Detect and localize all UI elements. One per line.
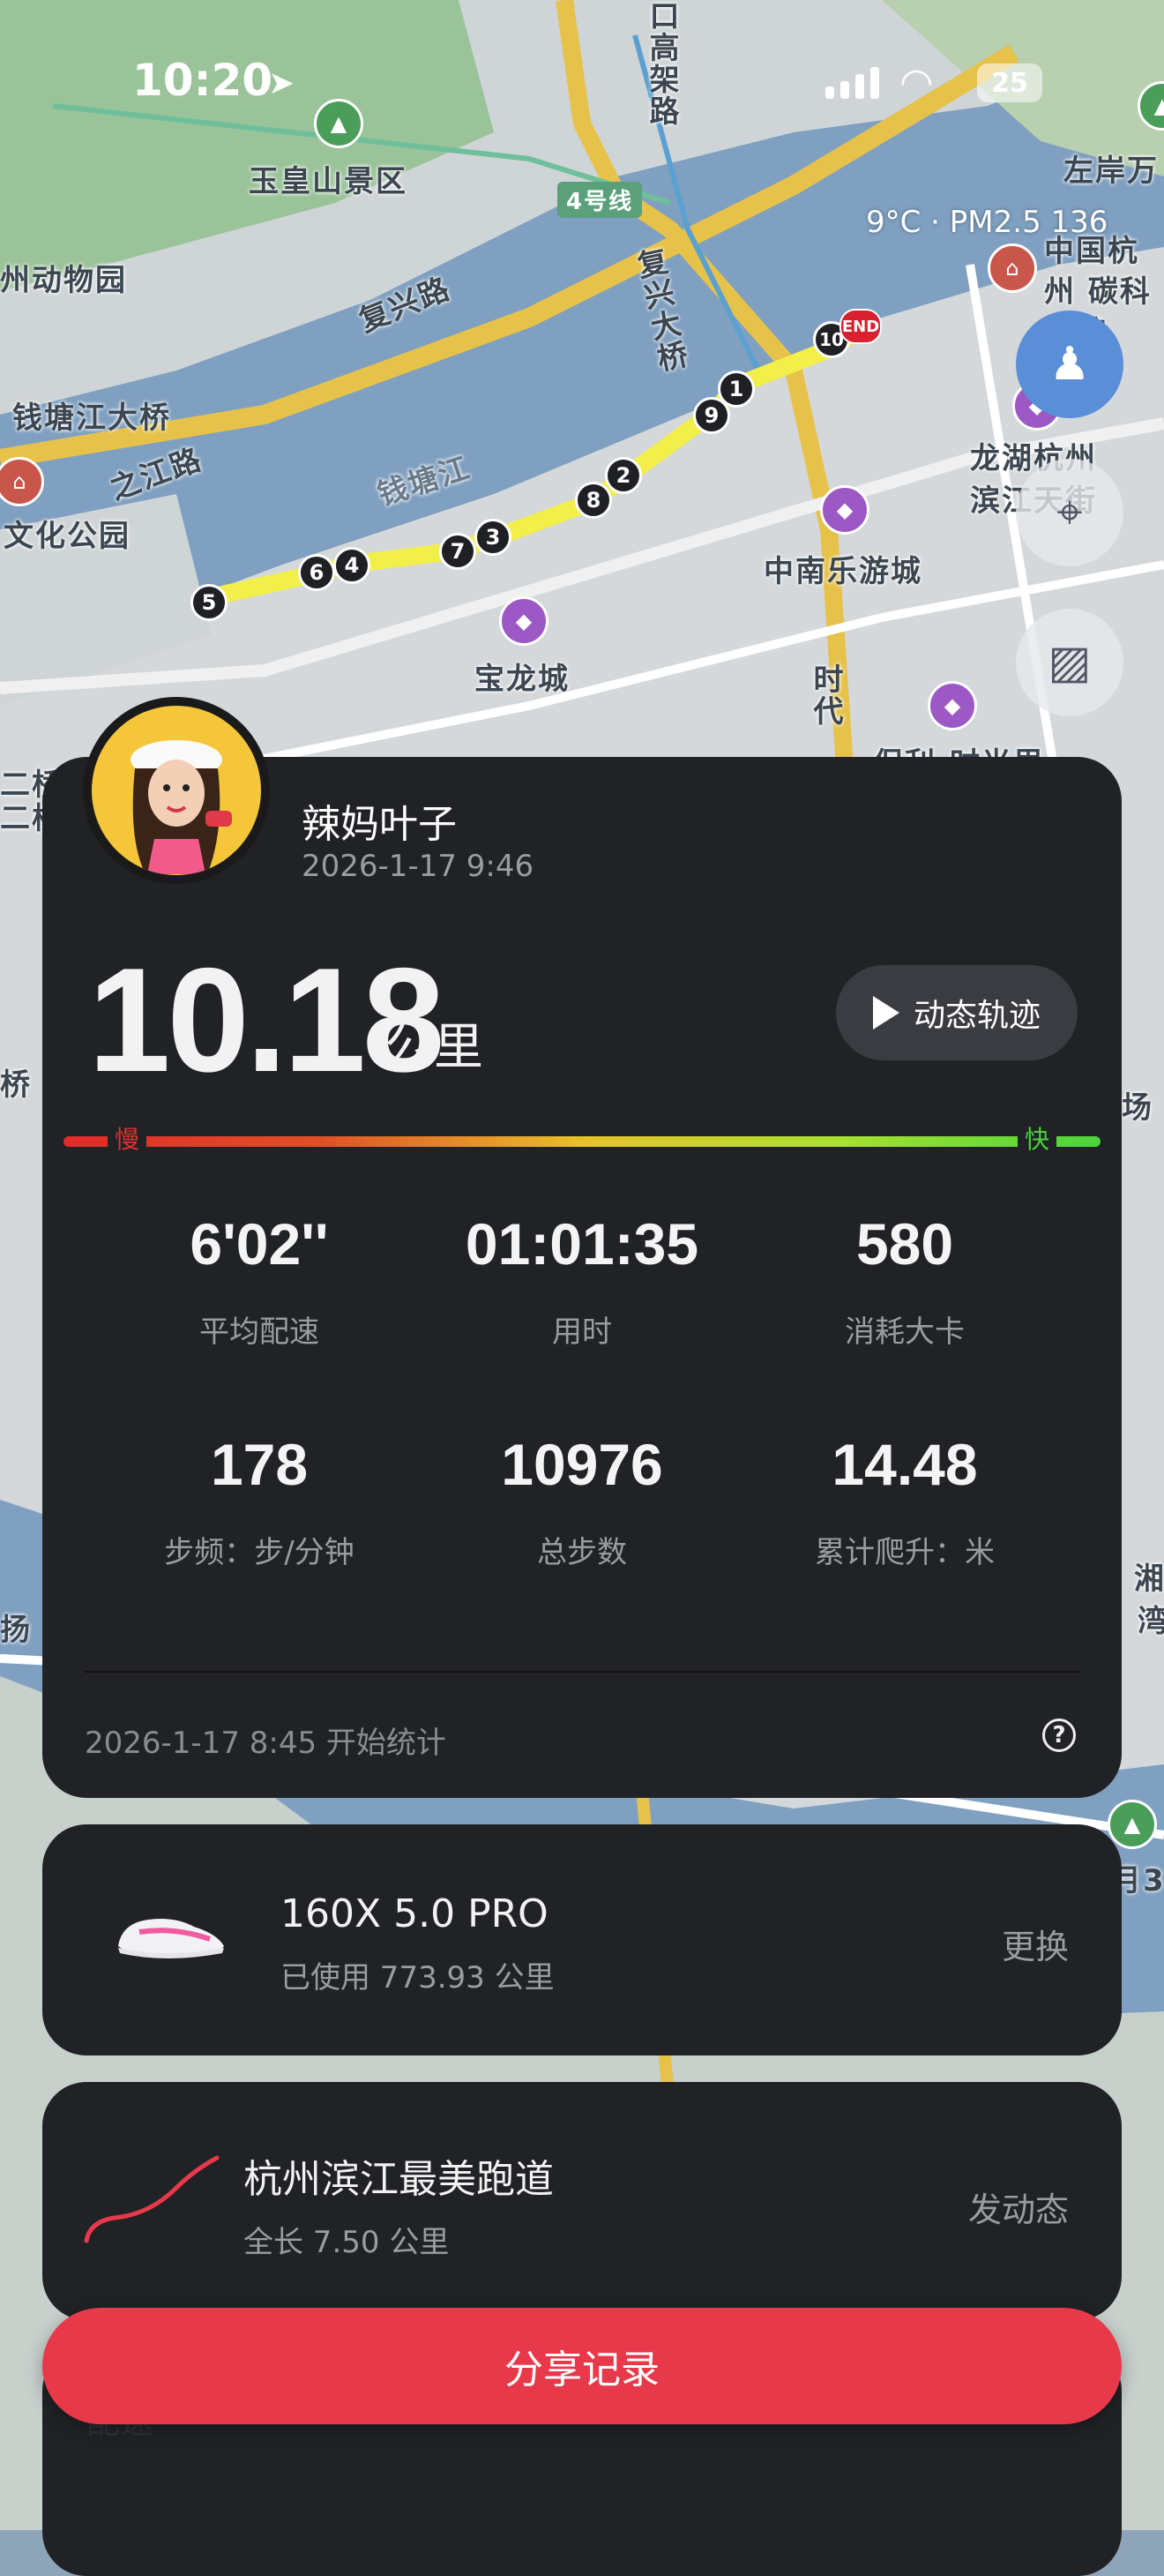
map-layer-button[interactable]: ▨	[1016, 609, 1123, 716]
avatar[interactable]	[83, 697, 270, 884]
run-mode-button[interactable]: ♟	[1016, 311, 1123, 418]
map-label: 扬	[0, 1613, 32, 1648]
shoe-name: 160X 5.0 PRO	[280, 1891, 548, 1936]
stat-label: 总步数	[537, 1535, 627, 1570]
route-length: 全长 7.50 公里	[243, 2225, 450, 2260]
stat-label: 步频：步/分钟	[164, 1535, 354, 1570]
stat-cadence: 178 步频：步/分钟	[101, 1431, 418, 1571]
image-layer-icon: ▨	[1048, 636, 1092, 689]
map-label: 时代	[808, 663, 843, 727]
avatar-image	[92, 706, 261, 875]
park-poi-icon[interactable]: ▲	[1108, 1800, 1157, 1849]
map-label: 宝龙城	[474, 662, 570, 697]
shoe-mileage: 已使用 773.93 公里	[280, 1960, 555, 1996]
map-label: 湾	[1138, 1604, 1164, 1639]
map-label: 场	[1122, 1090, 1153, 1126]
stat-value: 14.48	[832, 1432, 978, 1497]
runner-icon: ♟	[1048, 338, 1091, 391]
stat-value: 6'02''	[190, 1211, 329, 1277]
stat-value: 01:01:35	[465, 1211, 699, 1277]
shopping-poi-icon[interactable]: ◆	[928, 681, 977, 730]
map-label: 中南乐游城	[764, 554, 922, 589]
stat-label: 用时	[552, 1314, 612, 1350]
pace-slow-label: 慢	[108, 1120, 147, 1156]
stat-label: 平均配速	[199, 1314, 319, 1350]
run-datetime: 2026-1-17 9:46	[302, 849, 534, 884]
start-time-note: 2026-1-17 8:45 开始统计	[85, 1726, 446, 1761]
help-icon[interactable]: ?	[1042, 1719, 1076, 1752]
route-name: 杭州滨江最美跑道	[243, 2157, 554, 2202]
museum-poi-icon[interactable]: ⌂	[988, 243, 1037, 293]
km-marker: 5	[190, 584, 228, 621]
share-record-button[interactable]: 分享记录	[42, 2308, 1122, 2424]
shopping-poi-icon[interactable]: ◆	[820, 485, 869, 535]
map-label: 州动物园	[0, 263, 127, 298]
track-replay-button[interactable]: 动态轨迹	[836, 965, 1078, 1060]
stat-value: 580	[855, 1211, 954, 1277]
map-label: 4号线	[557, 182, 643, 218]
user-name[interactable]: 辣妈叶子	[302, 792, 457, 849]
stat-calories: 580 消耗大卡	[746, 1210, 1063, 1351]
stat-value: 178	[210, 1432, 309, 1497]
stat-label: 累计爬升：米	[815, 1535, 995, 1570]
map-label: 湘	[1134, 1561, 1164, 1597]
track-replay-label: 动态轨迹	[913, 998, 1041, 1034]
avatar-illustration	[93, 707, 260, 874]
km-marker: 3	[474, 519, 511, 556]
km-marker: 8	[575, 482, 612, 519]
weather-info: 9°C · PM2.5 136	[866, 205, 1108, 240]
km-marker: 6	[298, 554, 335, 591]
shopping-poi-icon[interactable]: ◆	[499, 596, 548, 646]
status-time: 10:20	[132, 55, 273, 106]
km-marker: 2	[605, 457, 642, 494]
locate-button[interactable]: ⌖	[1016, 459, 1123, 566]
status-bar: 10:20 ➤ ◠ 25	[0, 0, 1164, 168]
end-marker: END	[839, 309, 882, 344]
divider	[85, 1671, 1079, 1673]
map-label: 桥	[0, 1067, 32, 1103]
stat-avg-pace: 6'02'' 平均配速	[101, 1210, 418, 1351]
shoe-image	[118, 1919, 224, 1958]
pace-fast-label: 快	[1018, 1120, 1057, 1156]
crosshair-icon: ⌖	[1056, 485, 1083, 539]
stat-value: 10976	[501, 1432, 663, 1497]
km-marker: 4	[333, 547, 370, 584]
wifi-icon: ◠	[899, 60, 934, 105]
km-marker: 7	[439, 533, 476, 570]
stat-total-steps: 10976 总步数	[423, 1431, 741, 1571]
stat-label: 消耗大卡	[845, 1314, 965, 1350]
post-moment-button[interactable]: 发动态	[968, 2183, 1069, 2231]
map-label: 文化公园	[4, 519, 131, 554]
distance-unit: 公里	[384, 1019, 483, 1076]
play-icon	[872, 996, 899, 1030]
km-marker: 9	[693, 397, 730, 434]
stat-duration: 01:01:35 用时	[423, 1210, 741, 1351]
location-arrow-icon: ➤	[268, 65, 295, 101]
route-thumbnail	[84, 2155, 220, 2243]
map-label: 钱塘江大桥	[12, 401, 171, 436]
change-shoe-button[interactable]: 更换	[1002, 1920, 1069, 1968]
pace-gradient-bar	[63, 1136, 1101, 1147]
battery-icon: 25	[977, 64, 1042, 102]
cellular-signal-icon	[825, 67, 879, 99]
stat-elevation-gain: 14.48 累计爬升：米	[746, 1431, 1063, 1571]
